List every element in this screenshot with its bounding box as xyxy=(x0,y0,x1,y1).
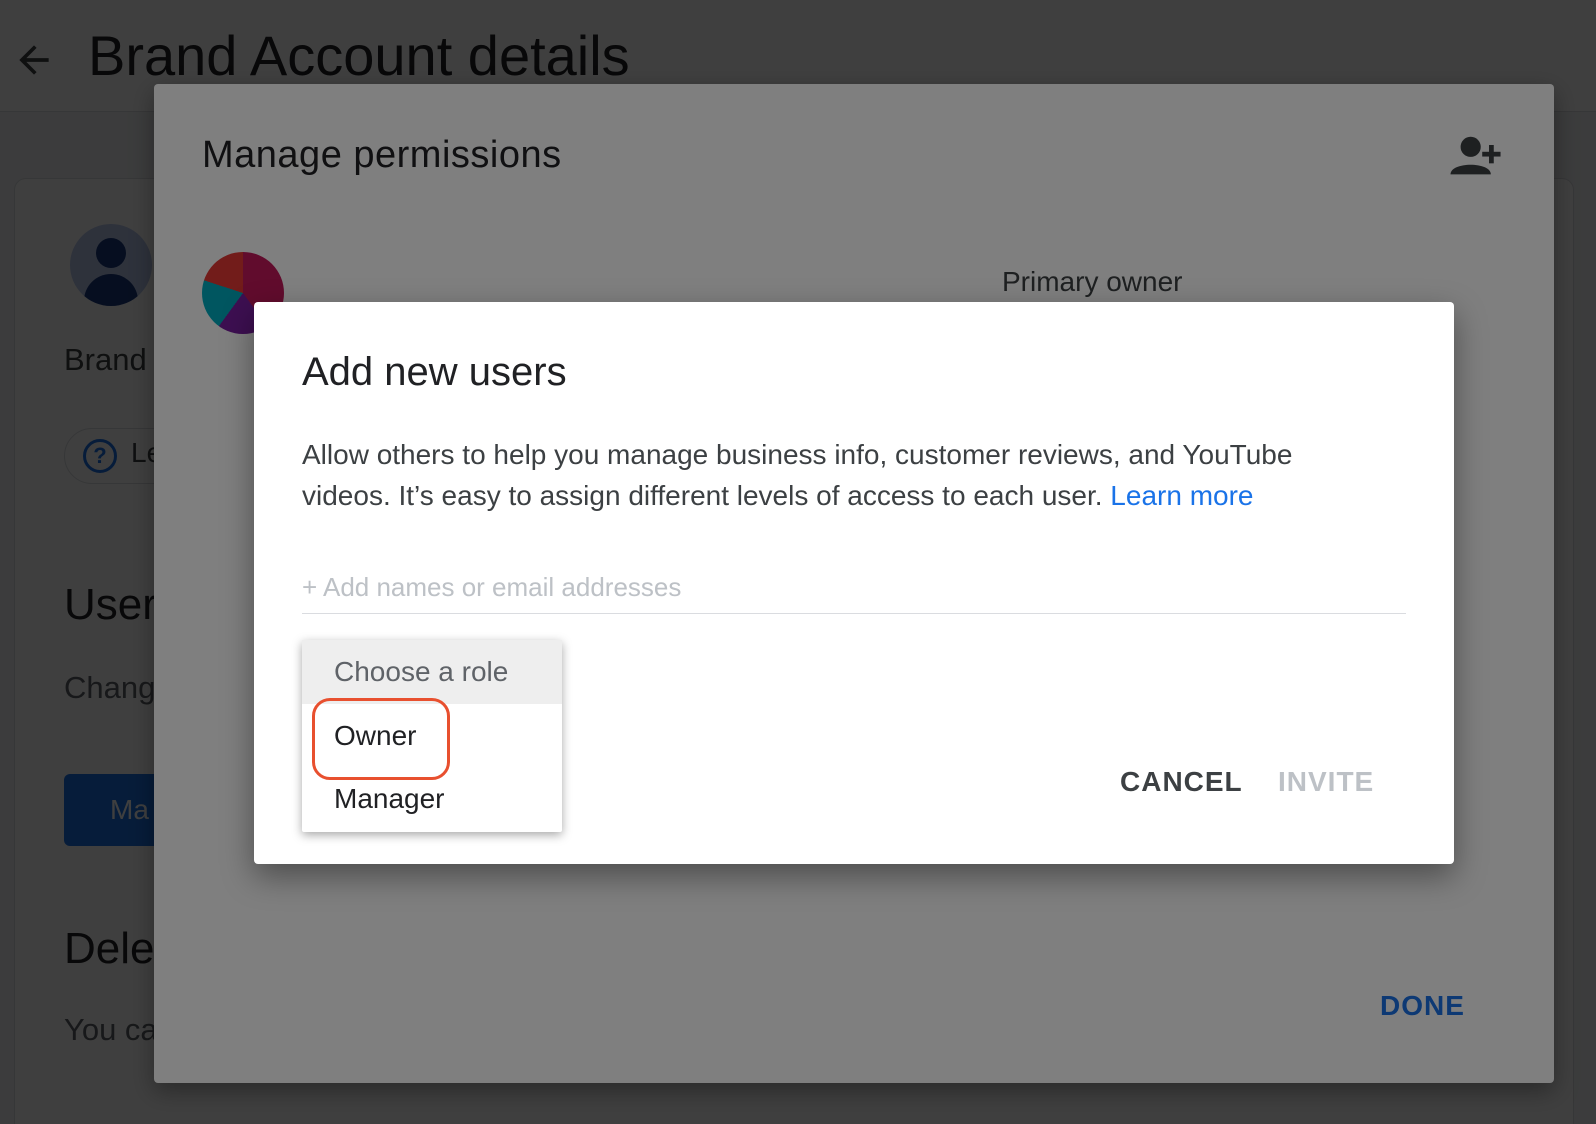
dialog-title: Add new users xyxy=(302,350,567,394)
add-users-input[interactable] xyxy=(302,562,1406,614)
cancel-button[interactable]: CANCEL xyxy=(1120,766,1243,798)
role-option-manager[interactable]: Manager xyxy=(334,783,445,815)
learn-more-link[interactable]: Learn more xyxy=(1110,480,1253,511)
dialog-description: Allow others to help you manage business… xyxy=(302,439,1293,511)
role-menu-header: Choose a role xyxy=(302,640,562,704)
add-new-users-dialog: Add new users Allow others to help you m… xyxy=(254,302,1454,864)
invite-button[interactable]: INVITE xyxy=(1278,766,1374,798)
owner-highlight-ring xyxy=(312,698,450,780)
